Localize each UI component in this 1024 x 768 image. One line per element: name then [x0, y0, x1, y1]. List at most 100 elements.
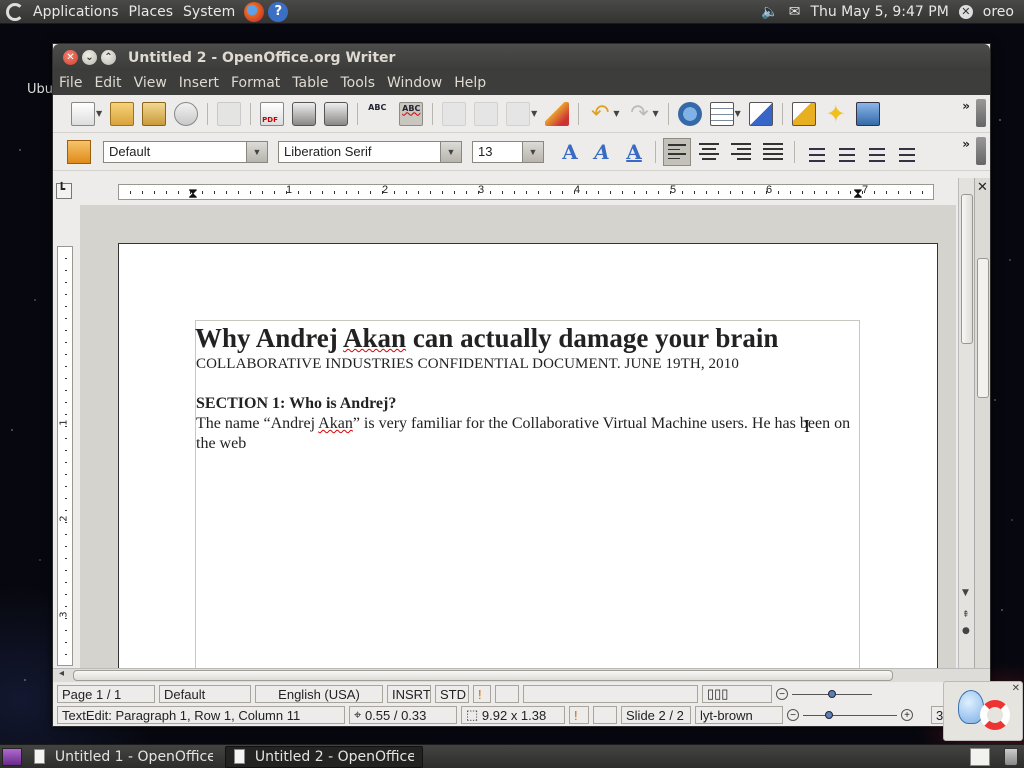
taskbar-item[interactable]: Untitled 1 - OpenOffice.... — [26, 746, 221, 768]
toolbar-grip-handle[interactable] — [976, 137, 986, 165]
view-layout-icon[interactable]: ▯▯▯ — [702, 685, 772, 703]
document-subtitle[interactable]: COLLABORATIVE INDUSTRIES CONFIDENTIAL DO… — [196, 354, 859, 374]
language-indicator[interactable]: English (USA) — [255, 685, 383, 703]
previous-page-icon[interactable]: ⇞ — [962, 610, 970, 620]
modified-icon[interactable]: ! — [569, 706, 589, 724]
maximize-window-button[interactable]: ⌃ — [101, 50, 116, 65]
close-window-button[interactable]: ✕ — [63, 50, 78, 65]
left-indent-marker-icon[interactable]: ⧗ — [188, 186, 198, 202]
new-document-icon[interactable] — [71, 101, 95, 126]
save-icon[interactable] — [142, 101, 167, 126]
new-dropdown-arrow-icon[interactable]: ▼ — [96, 109, 102, 118]
lifebuoy-icon[interactable] — [980, 700, 1010, 730]
menu-tools[interactable]: Tools — [335, 75, 382, 91]
title-bar[interactable]: ✕ ⌄ ⌃ Untitled 2 - OpenOffice.org Writer — [53, 44, 990, 71]
format-paintbrush-icon[interactable] — [545, 101, 570, 126]
page-style-indicator[interactable]: Default — [159, 685, 251, 703]
size-indicator[interactable]: ⬚ 9.92 x 1.38 — [461, 706, 565, 724]
scrollbar-thumb[interactable] — [961, 194, 973, 344]
paste-icon[interactable] — [506, 101, 531, 126]
show-draw-functions-icon[interactable] — [748, 101, 773, 126]
notes-icon[interactable] — [970, 747, 990, 766]
chevron-down-icon[interactable]: ▼ — [440, 141, 461, 162]
zoom-in-icon[interactable]: + — [901, 709, 913, 721]
layout-indicator[interactable]: lyt-brown — [695, 706, 783, 724]
zoom-slider[interactable]: − — [776, 685, 876, 703]
user-name[interactable]: oreo — [983, 4, 1014, 20]
menu-file[interactable]: File — [53, 75, 88, 91]
undo-dropdown-arrow-icon[interactable]: ▼ — [613, 109, 619, 118]
session-icon[interactable]: ✕ — [958, 4, 973, 19]
align-right-icon[interactable] — [727, 138, 755, 166]
navigation-icon[interactable]: ● — [962, 626, 970, 636]
help-icon[interactable]: ? — [268, 1, 289, 22]
context-indicator[interactable]: TextEdit: Paragraph 1, Row 1, Column 11 — [57, 706, 345, 724]
zoom-slider[interactable]: − + — [787, 706, 925, 724]
menu-table[interactable]: Table — [286, 75, 334, 91]
insert-mode-indicator[interactable]: INSRT — [387, 685, 431, 703]
menu-window[interactable]: Window — [381, 75, 448, 91]
close-document-icon[interactable]: ✕ — [977, 180, 988, 195]
document-canvas[interactable]: Why Andrej Akan can actually damage your… — [78, 205, 956, 668]
copy-icon[interactable] — [474, 101, 499, 126]
volume-icon[interactable]: 🔈 — [761, 4, 778, 20]
align-left-icon[interactable] — [663, 137, 691, 166]
body-paragraph[interactable]: The name “Andrej Akan” is very familiar … — [196, 414, 859, 454]
misspelled-word[interactable]: Akan — [343, 323, 406, 353]
text-area[interactable]: Why Andrej Akan can actually damage your… — [195, 320, 860, 668]
position-indicator[interactable]: ⌖ 0.55 / 0.33 — [349, 706, 457, 724]
help-agent[interactable]: ✕ — [943, 681, 1023, 741]
close-help-agent-icon[interactable]: ✕ — [1012, 683, 1020, 694]
side-scroll-thumb[interactable] — [977, 258, 989, 398]
selection-mode-indicator[interactable]: STD — [435, 685, 469, 703]
italic-icon[interactable]: A — [589, 140, 615, 164]
vertical-ruler[interactable]: 1 2 3 — [57, 246, 73, 666]
align-justify-icon[interactable] — [759, 138, 787, 166]
redo-icon[interactable]: ↷ — [627, 101, 651, 126]
hyperlink-icon[interactable] — [677, 101, 702, 126]
scroll-left-arrow-icon[interactable]: ◂ — [59, 668, 64, 679]
document-page[interactable]: Why Andrej Akan can actually damage your… — [118, 243, 938, 668]
desktop-icon-label[interactable]: Ubu — [27, 82, 53, 97]
email-document-icon[interactable] — [174, 101, 199, 126]
spellcheck-icon[interactable] — [367, 101, 392, 126]
ubuntu-logo-icon[interactable] — [6, 2, 24, 21]
font-size-select[interactable]: 13 ▼ — [472, 140, 544, 163]
zoom-out-icon[interactable]: − — [776, 688, 788, 700]
places-menu[interactable]: Places — [124, 4, 179, 20]
applications-menu[interactable]: Applications — [28, 4, 124, 20]
menu-view[interactable]: View — [128, 75, 173, 91]
zoom-out-icon[interactable]: − — [787, 709, 799, 721]
taskbar-item-active[interactable]: Untitled 2 - OpenOffice.... — [225, 745, 423, 768]
export-pdf-icon[interactable] — [260, 101, 285, 126]
horizontal-ruler[interactable]: ⧗ ⧗ 1 2 3 4 5 6 7 — [118, 184, 934, 202]
misspelled-word[interactable]: Akan — [318, 415, 353, 432]
print-icon[interactable] — [292, 101, 317, 126]
minimize-window-button[interactable]: ⌄ — [82, 50, 97, 65]
system-menu[interactable]: System — [178, 4, 240, 20]
gallery-icon[interactable] — [855, 101, 880, 126]
print-preview-icon[interactable] — [324, 101, 349, 126]
section-heading[interactable]: SECTION 1: Who is Andrej? — [196, 394, 859, 414]
signature-icon[interactable] — [593, 706, 617, 724]
bold-icon[interactable]: A — [557, 140, 583, 164]
zoom-track[interactable] — [792, 689, 872, 698]
firefox-icon[interactable] — [244, 1, 265, 22]
document-modified-icon[interactable]: ! — [473, 685, 491, 703]
zoom-knob[interactable] — [828, 689, 836, 698]
edit-file-icon[interactable] — [217, 101, 242, 126]
menu-format[interactable]: Format — [225, 75, 286, 91]
chevron-down-icon[interactable]: ▼ — [246, 141, 267, 162]
underline-icon[interactable]: A — [621, 140, 647, 164]
mail-icon[interactable]: ✉ — [789, 4, 801, 20]
navigator-icon[interactable]: ✦ — [824, 102, 848, 126]
chevron-down-icon[interactable]: ▼ — [522, 141, 543, 162]
cut-icon[interactable] — [442, 101, 467, 126]
bullets-icon[interactable] — [832, 138, 858, 165]
toolbar-overflow-icon[interactable]: » — [962, 137, 970, 151]
paste-dropdown-arrow-icon[interactable]: ▼ — [531, 109, 537, 118]
menu-help[interactable]: Help — [448, 75, 492, 91]
horizontal-scrollbar[interactable]: ◂ — [53, 668, 990, 682]
align-center-icon[interactable] — [695, 138, 723, 166]
zoom-knob[interactable] — [825, 710, 833, 719]
